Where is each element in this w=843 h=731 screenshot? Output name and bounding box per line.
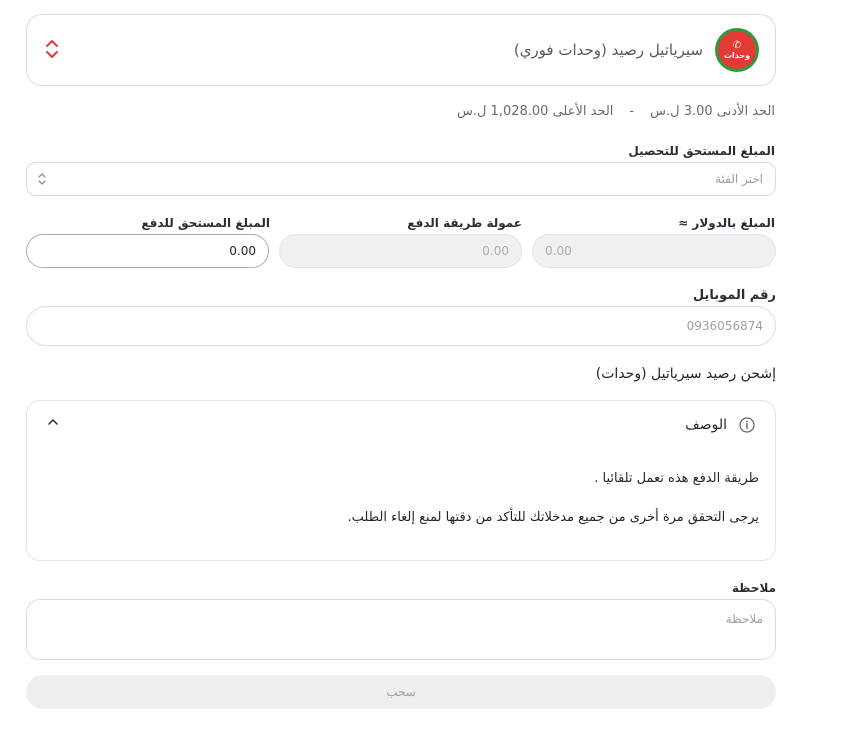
payment-fee-label: عمولة طريقة الدفع xyxy=(407,216,522,230)
section-title: إشحن رصيد سيرياتيل (وحدات) xyxy=(595,366,776,382)
usd-amount-label: المبلغ بالدولار ≈ xyxy=(678,216,775,230)
description-line-2: يرجى التحقق مرة أخرى من جميع مدخلاتك للت… xyxy=(347,510,759,525)
phone-icon: ✆ xyxy=(732,39,742,51)
note-label: ملاحظة xyxy=(731,581,776,595)
payable-amount-value: 0.00 xyxy=(229,244,256,258)
usd-amount-field: 0.00 xyxy=(532,234,776,268)
logo-text: وحدات xyxy=(723,50,751,60)
payable-amount-field[interactable]: 0.00 xyxy=(26,234,269,268)
note-placeholder: ملاحظة xyxy=(725,612,763,626)
payable-amount-label: المبلغ المستحق للدفع xyxy=(141,216,270,230)
select-caret-icon xyxy=(38,173,46,185)
amount-limits: الحد الأدنى 3.00 ل.س - الحد الأعلى 1,028… xyxy=(457,104,775,119)
description-header[interactable]: الوصف xyxy=(685,417,755,433)
service-selector[interactable]: ✆ وحدات سيرياتيل رصيد (وحدات فوري) xyxy=(26,14,776,86)
service-name: سيرياتيل رصيد (وحدات فوري) xyxy=(513,41,703,59)
description-line-1: طريقة الدفع هذه تعمل تلقائيا . xyxy=(594,471,759,486)
chevron-up-icon[interactable] xyxy=(47,417,59,427)
syriatel-logo: ✆ وحدات xyxy=(715,28,759,72)
payment-fee-value: 0.00 xyxy=(482,244,509,258)
mobile-number-input[interactable]: 0936056874 xyxy=(26,306,776,346)
amount-category-select[interactable]: اختر الفئة xyxy=(26,162,776,196)
amount-due-label: المبلغ المستحق للتحصيل xyxy=(628,144,775,158)
note-textarea[interactable]: ملاحظة xyxy=(26,599,776,660)
description-title: الوصف xyxy=(685,417,727,433)
amount-category-placeholder: اختر الفئة xyxy=(715,172,763,186)
withdraw-button[interactable]: سحب xyxy=(26,675,776,709)
limit-separator: - xyxy=(629,104,635,119)
description-panel: الوصف طريقة الدفع هذه تعمل تلقائيا . يرج… xyxy=(26,400,776,561)
payment-fee-field: 0.00 xyxy=(279,234,522,268)
info-icon xyxy=(739,417,755,433)
mobile-label: رقم الموبايل xyxy=(692,288,776,303)
usd-amount-value: 0.00 xyxy=(545,244,572,258)
sort-toggle-icon[interactable] xyxy=(44,38,60,60)
mobile-placeholder: 0936056874 xyxy=(686,319,763,333)
max-limit: الحد الأعلى 1,028.00 ل.س xyxy=(456,104,614,119)
min-limit: الحد الأدنى 3.00 ل.س xyxy=(650,104,775,119)
